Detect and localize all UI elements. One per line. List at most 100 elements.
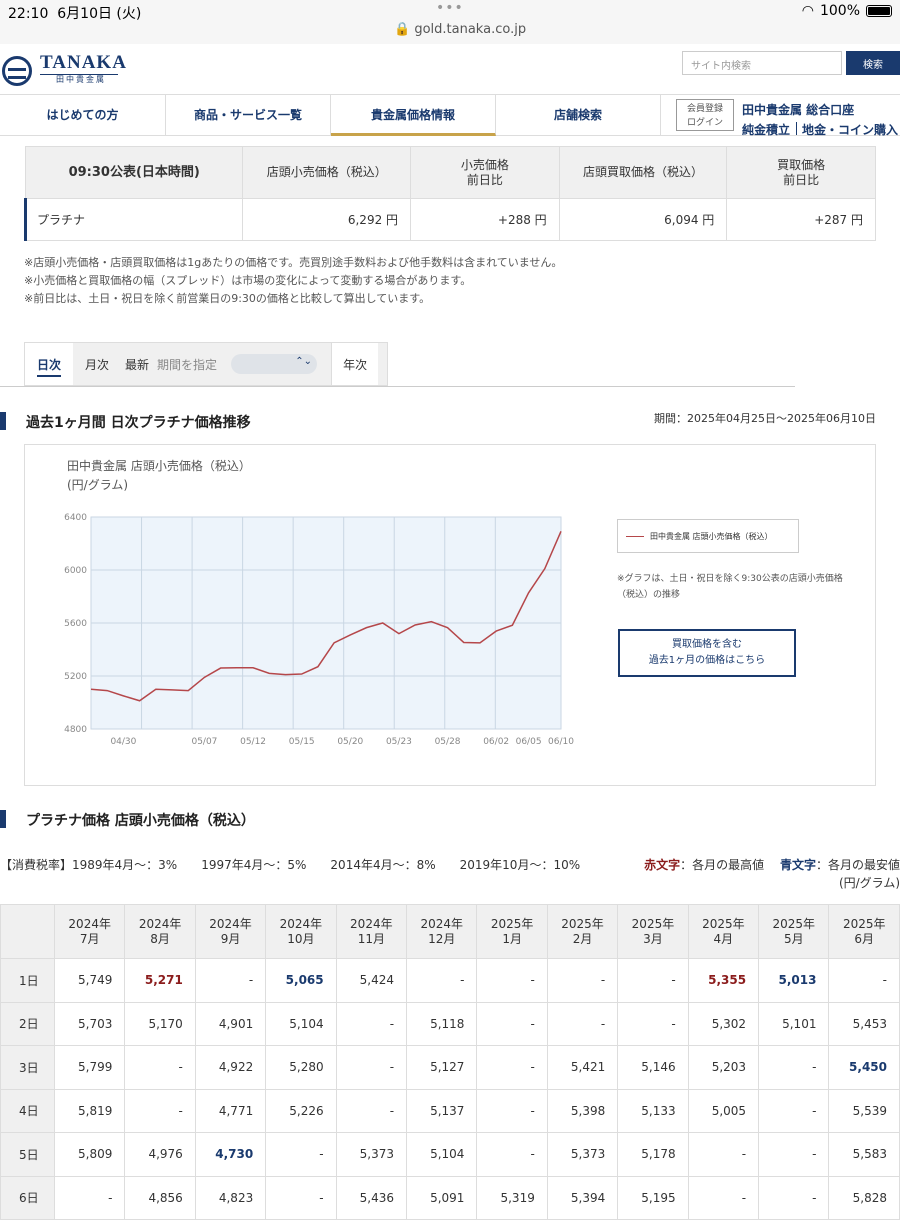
bullion-coin-link[interactable]: 地金・コイン購入 (802, 121, 898, 138)
price-cell: 4,856 (124, 1175, 196, 1220)
tab-latest[interactable]: 最新 (121, 343, 153, 385)
y-tick-label: 6000 (64, 566, 87, 576)
price-cell: 5,127 (406, 1045, 478, 1090)
price-cell: 5,170 (124, 1001, 196, 1046)
tab-monthly[interactable]: 月次 (73, 343, 121, 385)
month-header: 2025年 5月 (758, 904, 830, 959)
price-cell: 5,133 (617, 1088, 689, 1133)
price-cell: 5,749 (53, 958, 126, 1003)
buy-price-history-button[interactable]: 買取価格を含む 過去1ヶ月の価格はこちら (618, 629, 796, 677)
nav-prices[interactable]: 貴金属価格情報 (331, 95, 496, 136)
month-header: 2025年 2月 (546, 904, 619, 959)
price-cell: - (265, 1132, 337, 1177)
nav-stores[interactable]: 店舗検索 (496, 95, 661, 136)
month-header: 2024年 11月 (335, 904, 408, 959)
price-cell: 5,302 (687, 1001, 760, 1046)
search-input[interactable]: サイト内検索 (682, 51, 842, 75)
price-cell: - (476, 1001, 548, 1046)
price-cell: 5,319 (476, 1175, 548, 1220)
tab-dots[interactable]: ••• (436, 0, 464, 16)
price-cell: 5,828 (828, 1175, 900, 1220)
blue-legend-label: 青文字 (779, 858, 816, 872)
price-cell: 5,703 (53, 1001, 126, 1046)
wifi-icon: ◠ (801, 3, 814, 19)
month-header: 2024年 10月 (265, 904, 337, 959)
price-cell: 5,195 (617, 1175, 689, 1220)
tab-yearly[interactable]: 年次 (331, 343, 379, 385)
price-cell: - (758, 1045, 830, 1090)
x-tick-label: 06/05 (516, 737, 542, 747)
price-cell: 4,730 (194, 1132, 267, 1177)
table-row: 2日 5,703 5,170 4,901 5,104-5,118- - -5,302 5,10… (0, 1001, 900, 1046)
member-login-button[interactable]: 会員登録 ログイン (676, 99, 734, 131)
price-cell: 5,809 (53, 1132, 126, 1177)
price-cell: - (335, 1001, 408, 1046)
x-tick-label: 05/28 (435, 737, 461, 747)
price-cell: 5,271 (124, 958, 196, 1003)
price-cell: - (828, 958, 900, 1003)
period-select[interactable]: ⌃⌄ (231, 354, 318, 374)
month-header: 2024年 12月 (406, 904, 478, 959)
price-cell: 5,450 (828, 1045, 900, 1090)
retail-price-header: 店頭小売価格（税込） (242, 146, 412, 199)
table-row: 6日 -4,856 4,823-5,436 5,091 5,319 5,394 5,195-… (0, 1175, 900, 1220)
price-cell: - (758, 1175, 830, 1220)
day-label: 4日 (0, 1088, 55, 1133)
button-line2: 過去1ヶ月の価格はこちら (648, 655, 766, 666)
tanaka-logo-icon[interactable] (2, 56, 32, 86)
price-cell: 5,065 (265, 958, 337, 1003)
status-time: 22:10 6月10日 (火) (8, 6, 142, 22)
table-row: 1日 5,749 5,271-5,065 5,424- - - -5,355 5,013- (0, 958, 900, 1003)
url-bar[interactable]: 🔒 gold.tanaka.co.jp (394, 22, 526, 37)
price-cell: 4,922 (194, 1045, 267, 1090)
color-legend: 赤文字：各月の最高値 青文字：各月の最安値 (円/グラム) (644, 856, 900, 892)
price-notes: ※店頭小売価格・店頭買取価格は1gあたりの価格です。売買別途手数料および他手数料… (24, 254, 562, 308)
battery-icon (866, 5, 892, 17)
current-price-table: 09:30公表(日本時間) 店頭小売価格（税込） 小売価格 前日比 店頭買取価格（… (23, 146, 876, 241)
search-button[interactable]: 検索 (846, 51, 900, 75)
price-cell: - (758, 1088, 830, 1133)
price-cell: 5,137 (406, 1088, 478, 1133)
nav-products[interactable]: 商品・サービス一覧 (166, 95, 331, 136)
price-cell: 4,823 (194, 1175, 267, 1220)
price-cell: 5,453 (828, 1001, 900, 1046)
month-header: 2025年 6月 (828, 904, 900, 959)
price-cell: - (476, 1088, 548, 1133)
day-label: 1日 (0, 958, 55, 1003)
period-tabs: 日次 月次 最新 期間を指定 ⌃⌄ 年次 (24, 342, 388, 386)
price-cell: - (265, 1175, 337, 1220)
price-cell: 5,178 (617, 1132, 689, 1177)
tab-daily[interactable]: 日次 (25, 343, 74, 385)
monthly-price-table: 2024年 7月 2024年 8月 2024年 9月 2024年 10月 2024年 11月 202… (0, 904, 900, 1220)
retail-change-header: 小売価格 前日比 (410, 146, 560, 199)
price-cell: - (617, 958, 689, 1003)
table-row: 4日 5,819-4,771 5,226-5,137-5,398 5,133 5,005… (0, 1088, 900, 1133)
platinum-price-row: プラチナ 6,292 円 +288 円 6,094 円 +287 円 (23, 198, 876, 241)
price-cell: 5,421 (546, 1045, 619, 1090)
button-line1: 買取価格を含む (672, 639, 742, 650)
nav-separator (796, 122, 797, 135)
price-cell: - (758, 1132, 830, 1177)
status-right: ◠ 100% (802, 3, 892, 19)
general-account-link[interactable]: 田中貴金属 総合口座 (742, 101, 854, 118)
main-nav: はじめての方 商品・サービス一覧 貴金属価格情報 店舗検索 会員登録 ログイン … (0, 94, 900, 138)
login-label: ログイン (686, 118, 723, 128)
price-cell: - (124, 1088, 196, 1133)
buy-change-value: +287 円 (726, 198, 876, 241)
publish-time-header: 09:30公表(日本時間) (24, 146, 244, 199)
table-row: 3日 5,799-4,922 5,280-5,127-5,421 5,146 5,203… (0, 1045, 900, 1090)
price-cell: - (53, 1175, 126, 1220)
month-header: 2024年 9月 (194, 904, 267, 959)
logo-text[interactable]: TANAKA (40, 52, 127, 74)
chart-legend: 田中貴金属 店頭小売価格（税込） (617, 519, 799, 553)
price-cell: 5,013 (758, 958, 830, 1003)
price-cell: - (335, 1088, 408, 1133)
accumulation-link[interactable]: 純金積立 (742, 121, 790, 138)
y-tick-label: 5200 (64, 672, 87, 682)
unit-label: (円/グラム) (838, 876, 900, 890)
price-cell: - (476, 1045, 548, 1090)
price-cell: 5,436 (335, 1175, 408, 1220)
price-cell: 5,373 (546, 1132, 619, 1177)
nav-beginners[interactable]: はじめての方 (0, 95, 166, 136)
legend-label: 田中貴金属 店頭小売価格（税込） (650, 531, 773, 541)
